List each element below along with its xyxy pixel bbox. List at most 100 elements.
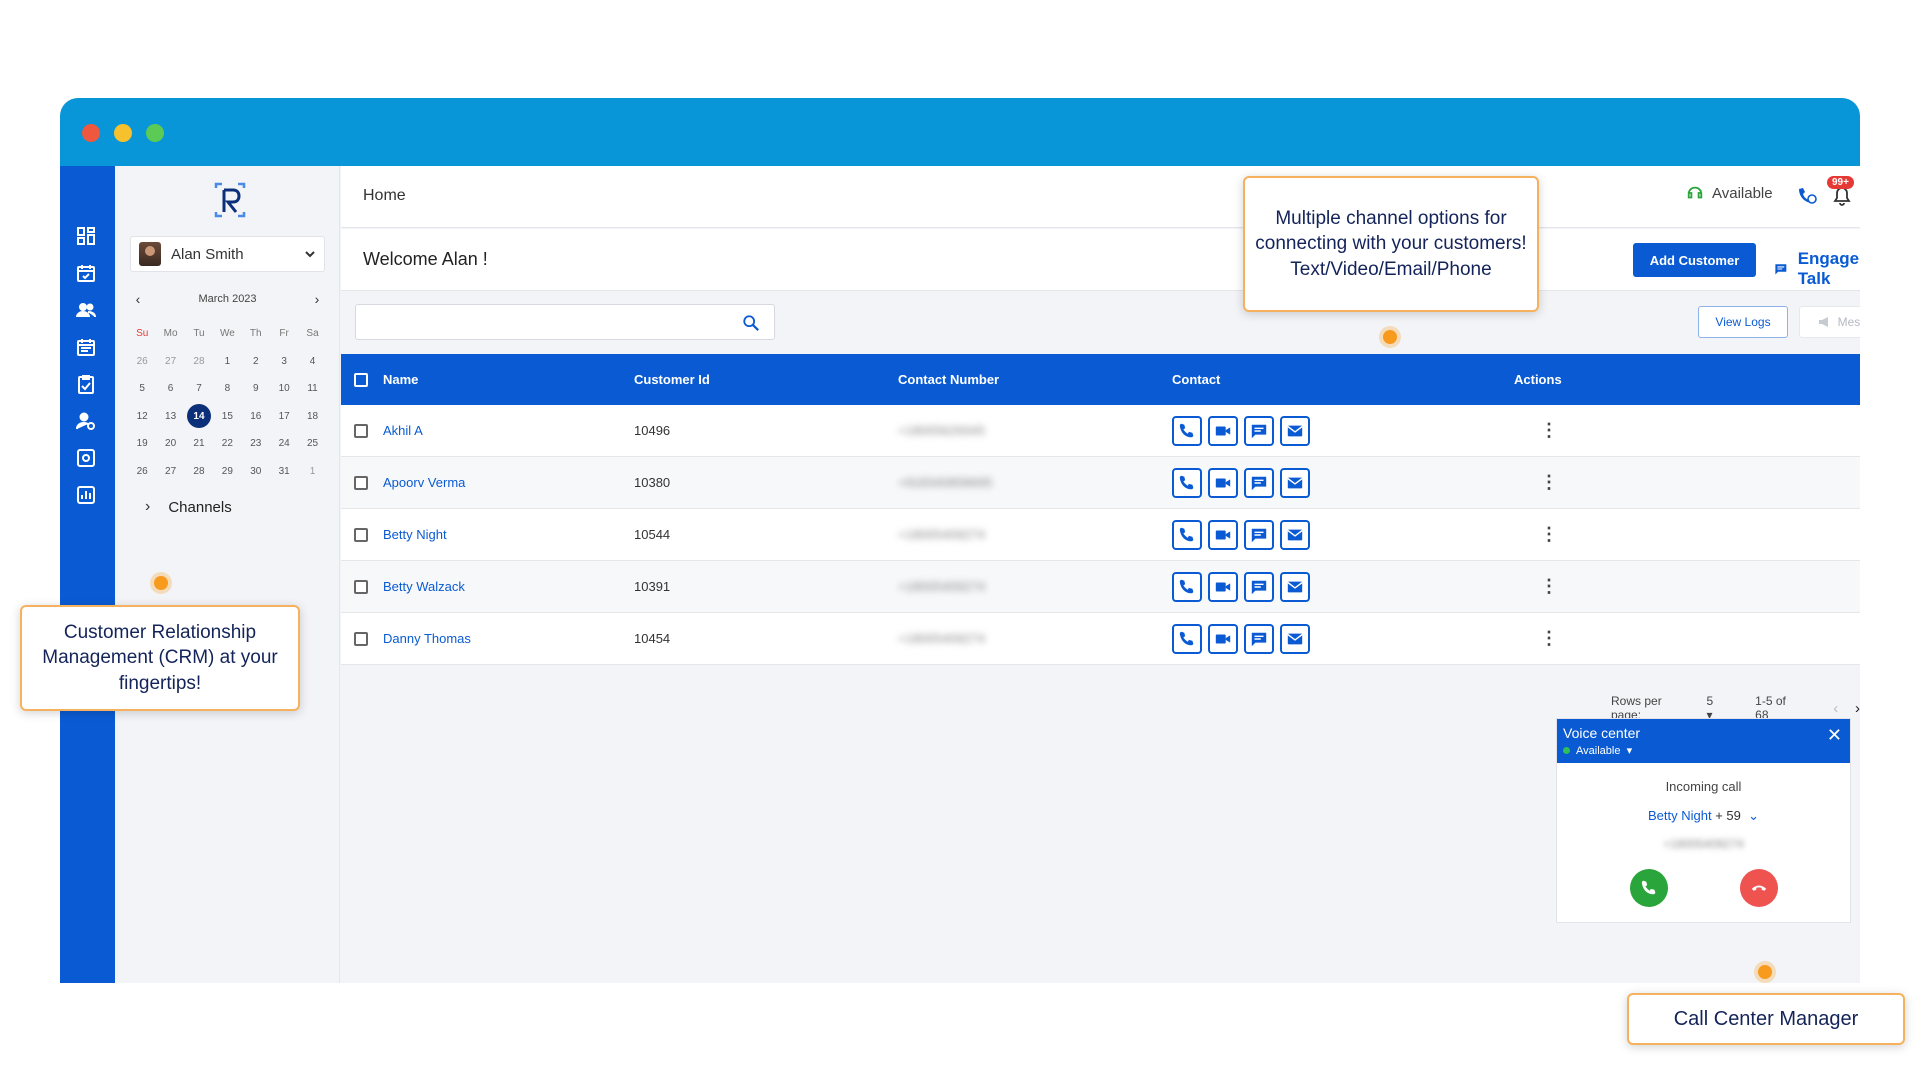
phone-button[interactable] (1172, 415, 1202, 446)
maximize-window-button[interactable] (146, 124, 164, 142)
accept-call-button[interactable] (1630, 869, 1668, 907)
calendar-day[interactable]: 2 (242, 348, 270, 376)
email-button[interactable] (1280, 571, 1310, 602)
calendar-day[interactable]: 12 (128, 403, 156, 431)
video-button[interactable] (1208, 623, 1238, 654)
dashboard-icon[interactable] (76, 226, 96, 246)
user-selector[interactable]: Alan Smith (130, 236, 325, 272)
more-options-icon[interactable]: ⋮ (1540, 613, 1558, 664)
calendar-day[interactable]: 28 (185, 458, 213, 486)
minimize-window-button[interactable] (114, 124, 132, 142)
calendar-day[interactable]: 5 (128, 375, 156, 403)
close-icon[interactable]: ✕ (1827, 725, 1842, 746)
engage-talk-button[interactable]: Engage Talk (1774, 249, 1860, 289)
calendar-day[interactable]: 23 (242, 430, 270, 458)
calendar-day[interactable]: 17 (270, 403, 298, 431)
close-window-button[interactable] (82, 124, 100, 142)
calendar-day[interactable]: 1 (213, 348, 241, 376)
next-page-button[interactable]: › (1855, 700, 1860, 717)
people-icon[interactable] (76, 300, 96, 320)
caller-info[interactable]: Betty Night + 59 ⌄ (1557, 808, 1850, 824)
breadcrumb[interactable]: Home (363, 187, 406, 205)
calendar-day[interactable]: 26 (128, 458, 156, 486)
row-checkbox[interactable] (354, 561, 368, 612)
customer-name-link[interactable]: Betty Walzack (383, 561, 465, 612)
calendar-day[interactable]: 25 (298, 430, 326, 458)
calendar-icon[interactable] (76, 337, 96, 357)
more-options-icon[interactable]: ⋮ (1540, 457, 1558, 508)
calendar-day[interactable]: 7 (185, 375, 213, 403)
row-checkbox[interactable] (354, 509, 368, 560)
calendar-day[interactable]: 10 (270, 375, 298, 403)
more-options-icon[interactable]: ⋮ (1540, 405, 1558, 456)
calendar-day[interactable]: 4 (298, 348, 326, 376)
customer-name-link[interactable]: Betty Night (383, 509, 447, 560)
calendar-day[interactable]: 14 (186, 404, 211, 429)
column-header-contact-number[interactable]: Contact Number (898, 354, 999, 405)
search-input[interactable] (356, 305, 726, 339)
next-month-button[interactable]: › (309, 291, 325, 307)
phone-button[interactable] (1172, 519, 1202, 550)
user-settings-icon[interactable] (76, 411, 96, 431)
calendar-day[interactable]: 9 (242, 375, 270, 403)
calendar-day[interactable]: 1 (298, 458, 326, 486)
channels-nav-item[interactable]: › Channels (145, 498, 232, 516)
more-options-icon[interactable]: ⋮ (1540, 509, 1558, 560)
calendar-day[interactable]: 16 (242, 403, 270, 431)
calendar-day[interactable]: 11 (298, 375, 326, 403)
calendar-day[interactable]: 29 (213, 458, 241, 486)
calendar-day[interactable]: 21 (185, 430, 213, 458)
email-button[interactable] (1280, 415, 1310, 446)
select-all-checkbox[interactable] (354, 354, 368, 405)
table-row[interactable]: Apoorv Verma 10380 +918340858695 ⋮ (341, 457, 1860, 509)
calendar-day[interactable]: 26 (128, 348, 156, 376)
call-transfer-icon[interactable] (1796, 184, 1818, 206)
table-row[interactable]: Betty Night 10544 +18005409274 ⋮ (341, 509, 1860, 561)
calendar-day[interactable]: 6 (156, 375, 184, 403)
settings-box-icon[interactable] (76, 448, 96, 468)
phone-button[interactable] (1172, 623, 1202, 654)
video-button[interactable] (1208, 571, 1238, 602)
row-checkbox[interactable] (354, 613, 368, 664)
calendar-day[interactable]: 27 (156, 348, 184, 376)
prev-page-button[interactable]: ‹ (1833, 700, 1838, 717)
row-checkbox[interactable] (354, 457, 368, 508)
customer-name-link[interactable]: Akhil A (383, 405, 423, 456)
row-checkbox[interactable] (354, 405, 368, 456)
calendar-day[interactable]: 27 (156, 458, 184, 486)
prev-month-button[interactable]: ‹ (130, 291, 146, 307)
column-header-customer-id[interactable]: Customer Id (634, 354, 710, 405)
column-header-name[interactable]: Name (383, 354, 418, 405)
customer-name-link[interactable]: Danny Thomas (383, 613, 471, 664)
email-button[interactable] (1280, 519, 1310, 550)
calendar-day[interactable]: 31 (270, 458, 298, 486)
customer-name-link[interactable]: Apoorv Verma (383, 457, 465, 508)
video-button[interactable] (1208, 467, 1238, 498)
table-row[interactable]: Betty Walzack 10391 +18005409274 ⋮ (341, 561, 1860, 613)
email-button[interactable] (1280, 467, 1310, 498)
calendar-day[interactable]: 28 (185, 348, 213, 376)
clipboard-check-icon[interactable] (76, 374, 96, 394)
chat-button[interactable] (1244, 467, 1274, 498)
chart-icon[interactable] (76, 485, 96, 505)
search-icon[interactable] (742, 314, 760, 332)
calendar-check-icon[interactable] (76, 263, 96, 283)
calendar-day[interactable]: 13 (156, 403, 184, 431)
calendar-day[interactable]: 19 (128, 430, 156, 458)
chat-button[interactable] (1244, 415, 1274, 446)
calendar-day[interactable]: 22 (213, 430, 241, 458)
chat-button[interactable] (1244, 571, 1274, 602)
table-row[interactable]: Danny Thomas 10454 +18005409274 ⋮ (341, 613, 1860, 665)
video-button[interactable] (1208, 415, 1238, 446)
calendar-day[interactable]: 8 (213, 375, 241, 403)
calendar-day[interactable]: 3 (270, 348, 298, 376)
more-options-icon[interactable]: ⋮ (1540, 561, 1558, 612)
calendar-day[interactable]: 20 (156, 430, 184, 458)
add-customer-button[interactable]: Add Customer (1633, 243, 1756, 277)
reject-call-button[interactable] (1740, 869, 1778, 907)
calendar-day[interactable]: 24 (270, 430, 298, 458)
availability-status[interactable]: Available (1686, 184, 1773, 202)
phone-button[interactable] (1172, 467, 1202, 498)
phone-button[interactable] (1172, 571, 1202, 602)
calendar-day[interactable]: 15 (213, 403, 241, 431)
